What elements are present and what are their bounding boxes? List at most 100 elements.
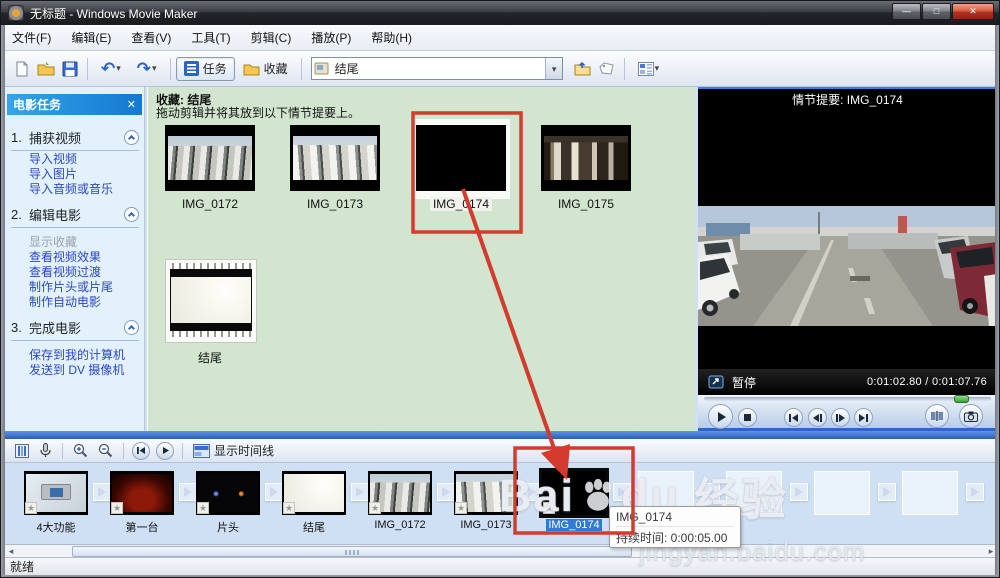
collections-button[interactable]: 收藏 — [235, 57, 296, 81]
section-edit-movie[interactable]: 2. 编辑电影 — [11, 205, 139, 228]
transition-slot[interactable] — [265, 483, 283, 501]
zoom-in-button[interactable] — [68, 441, 93, 461]
clip-thumbnail — [541, 125, 631, 191]
preview-title: 情节提要: IMG_0174 — [698, 87, 997, 111]
link-save-to-computer[interactable]: 保存到我的计算机 — [29, 349, 141, 362]
transition-slot[interactable] — [966, 483, 984, 501]
menu-help[interactable]: 帮助(H) — [361, 25, 422, 50]
audio-levels-button[interactable] — [10, 441, 34, 461]
step-forward-button[interactable] — [831, 408, 850, 427]
title-clip-thumbnail — [165, 259, 257, 343]
combobox-dropdown-button[interactable]: ▾ — [545, 58, 562, 79]
menu-tools[interactable]: 工具(T) — [181, 25, 240, 50]
collection-combobox[interactable]: 结尾 ▾ — [311, 57, 563, 80]
transition-slot[interactable] — [790, 483, 808, 501]
timeline-scrollbar[interactable]: ◂ ▸ — [2, 544, 1000, 557]
tasks-button[interactable]: 任务 — [176, 57, 235, 81]
undo-button[interactable]: ↶ ▾ — [93, 57, 129, 81]
menu-view[interactable]: 查看(V) — [121, 25, 181, 50]
transition-slot[interactable] — [351, 483, 369, 501]
play-icon — [162, 447, 169, 454]
empty-storyboard-slot[interactable] — [902, 471, 958, 515]
collection-clip-img0174-selected[interactable]: IMG_0174 — [416, 125, 506, 211]
section-capture-video[interactable]: 1. 捕获视频 — [11, 128, 139, 151]
link-import-video[interactable]: 导入视频 — [29, 153, 141, 166]
main-toolbar: ↶ ▾ ↷ ▾ 任务 收藏 结尾 ▾ ▾ — [2, 51, 1000, 87]
previous-frame-button[interactable] — [784, 408, 803, 427]
rewind-storyboard-button[interactable] — [132, 442, 150, 460]
transition-slot[interactable] — [702, 483, 720, 501]
collapse-icon[interactable] — [124, 207, 139, 222]
back-to-storyboard-icon[interactable] — [708, 375, 724, 389]
scrollbar-thumb[interactable] — [72, 546, 632, 557]
link-view-video-transitions[interactable]: 查看视频过渡 — [29, 266, 141, 279]
link-make-automovie[interactable]: 制作自动电影 — [29, 296, 141, 309]
menu-edit[interactable]: 编辑(E) — [61, 25, 121, 50]
storyboard-clip-jiewei[interactable]: ★ — [282, 471, 346, 515]
take-picture-button[interactable] — [959, 404, 983, 428]
open-project-button[interactable] — [34, 57, 58, 81]
collapse-icon[interactable] — [124, 320, 139, 335]
transition-slot[interactable] — [523, 483, 541, 501]
new-project-button[interactable] — [10, 57, 34, 81]
collection-clip-img0172[interactable]: IMG_0172 — [165, 125, 255, 211]
menu-clip[interactable]: 剪辑(C) — [241, 25, 302, 50]
split-clip-button[interactable] — [925, 404, 949, 428]
new-collection-button[interactable] — [595, 57, 619, 81]
link-send-to-dv[interactable]: 发送到 DV 摄像机 — [29, 364, 141, 377]
seek-bar[interactable] — [704, 397, 991, 401]
narrate-timeline-button[interactable] — [34, 441, 57, 461]
link-make-titles-credits[interactable]: 制作片头或片尾 — [29, 281, 141, 294]
save-project-button[interactable] — [58, 57, 82, 81]
transition-arrow-icon — [971, 487, 979, 497]
storyboard-clip-img0174-selected[interactable]: ★ — [542, 471, 606, 515]
collection-clip-img0175[interactable]: IMG_0175 — [541, 125, 631, 211]
collection-clip-img0173[interactable]: IMG_0173 — [290, 125, 380, 211]
clip-label: IMG_0175 — [541, 197, 631, 211]
minimize-button[interactable]: — — [892, 3, 921, 20]
transition-slot[interactable] — [878, 483, 896, 501]
show-timeline-label: 显示时间线 — [214, 442, 274, 459]
storyboard-clip-4dagongneng[interactable]: ★ — [24, 471, 88, 515]
transition-slot[interactable] — [613, 483, 631, 501]
play-button[interactable] — [708, 404, 733, 429]
storyboard-clip-img0172[interactable]: ★ — [368, 471, 432, 515]
link-show-collections[interactable]: 显示收藏 — [29, 236, 141, 249]
transition-slot[interactable] — [93, 483, 111, 501]
seek-thumb[interactable] — [954, 395, 969, 403]
maximize-button[interactable]: □ — [922, 3, 951, 20]
redo-button[interactable]: ↷ ▾ — [129, 57, 165, 81]
section-finish-movie[interactable]: 3. 完成电影 — [11, 318, 139, 341]
views-button[interactable]: ▾ — [630, 57, 668, 81]
link-import-pictures[interactable]: 导入图片 — [29, 168, 141, 181]
pane-splitter[interactable] — [1, 431, 1000, 439]
folder-up-icon — [574, 61, 591, 76]
storyboard-clip-piantou[interactable]: ★ — [196, 471, 260, 515]
close-pane-icon[interactable]: ✕ — [127, 98, 136, 111]
collapse-icon[interactable] — [124, 130, 139, 145]
play-storyboard-button[interactable] — [156, 442, 174, 460]
scroll-left-button[interactable]: ◂ — [4, 546, 18, 557]
link-import-audio[interactable]: 导入音频或音乐 — [29, 183, 141, 196]
empty-storyboard-slot[interactable] — [814, 471, 870, 515]
menu-bar: 文件(F) 编辑(E) 查看(V) 工具(T) 剪辑(C) 播放(P) 帮助(H… — [2, 25, 1000, 51]
next-frame-button[interactable] — [854, 408, 873, 427]
collection-clip-credits[interactable]: 结尾 — [165, 259, 255, 366]
menu-file[interactable]: 文件(F) — [2, 25, 61, 50]
storyboard-clip-diyitai[interactable]: ★ — [110, 471, 174, 515]
show-timeline-button[interactable]: 显示时间线 — [188, 441, 279, 461]
window-frame-right — [995, 25, 999, 575]
menu-play[interactable]: 播放(P) — [301, 25, 361, 50]
scrollbar-grip — [345, 550, 359, 555]
clip-label: IMG_0173 — [290, 197, 380, 211]
transition-slot[interactable] — [437, 483, 455, 501]
close-button[interactable]: ✕ — [952, 3, 994, 20]
transition-slot[interactable] — [179, 483, 197, 501]
link-view-video-effects[interactable]: 查看视频效果 — [29, 251, 141, 264]
up-one-level-button[interactable] — [571, 57, 595, 81]
stop-button[interactable] — [738, 408, 757, 427]
storyboard-clip-img0173[interactable]: ★ — [454, 471, 518, 515]
zoom-out-button[interactable] — [93, 441, 118, 461]
step-back-button[interactable] — [808, 408, 827, 427]
redo-icon: ↷ — [137, 60, 151, 77]
